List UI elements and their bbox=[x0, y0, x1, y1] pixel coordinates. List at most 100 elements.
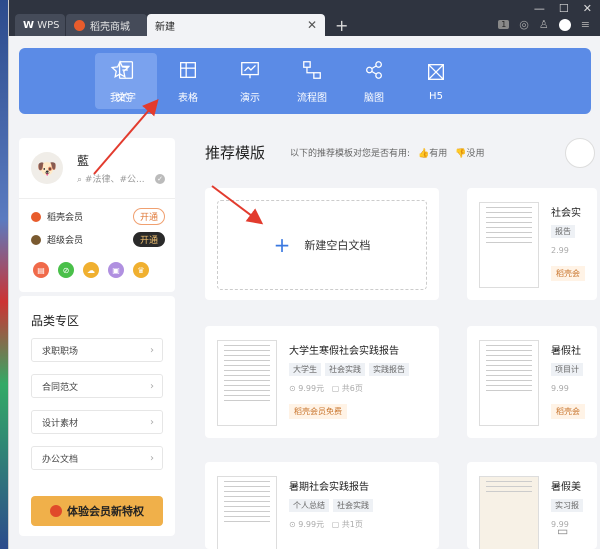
tool-sheet[interactable]: 表格 bbox=[157, 48, 219, 114]
search-button[interactable] bbox=[565, 138, 595, 168]
template-card[interactable]: 大学生寒假社会实践报告 大学生 社会实践 实践报告 ⊙ 9.99元 ▢ 共6页 稻壳… bbox=[205, 326, 439, 438]
mindmap-icon bbox=[366, 60, 382, 79]
tag[interactable]: 实践报告 bbox=[369, 363, 409, 376]
category-item[interactable]: 求职职场 › bbox=[31, 338, 163, 362]
tool-label: 演示 bbox=[240, 92, 260, 104]
template-tags: 项目计 bbox=[551, 363, 587, 376]
shirt-icon[interactable]: ♙ bbox=[539, 18, 549, 31]
super-member-icon bbox=[31, 234, 41, 245]
tool-h5[interactable]: H5 bbox=[405, 48, 467, 114]
title-bar: W WPS 稻壳商城 新建 ✕ + — ☐ ✕ 1 ◎ ♙ ≡ bbox=[9, 0, 600, 36]
member-free-badge: 稻壳会 bbox=[551, 404, 585, 419]
check-icon: ✓ bbox=[155, 174, 165, 184]
divider bbox=[19, 198, 175, 199]
perk-crown-icon[interactable]: ♛ bbox=[133, 262, 149, 278]
feedback-question: 以下的推荐模板对您是否有用: bbox=[290, 149, 411, 159]
perk-doc-icon[interactable]: ▤ bbox=[33, 262, 49, 278]
template-title: 暑期社会实践报告 bbox=[289, 482, 369, 493]
template-card[interactable]: 暑假社 项目计 9.99 稻壳会 bbox=[467, 326, 597, 438]
blank-doc-card[interactable]: + 新建空白文档 bbox=[205, 188, 439, 300]
template-price: 9.99元 bbox=[298, 520, 325, 529]
perk-image-icon[interactable]: ▣ bbox=[108, 262, 124, 278]
template-thumbnail bbox=[479, 202, 539, 288]
template-title: 社会实 bbox=[551, 208, 581, 219]
tag[interactable]: 报告 bbox=[551, 225, 575, 238]
chevron-right-icon: › bbox=[150, 344, 154, 356]
template-card[interactable]: 暑假美 实习报 9.99 bbox=[467, 462, 597, 549]
template-thumbnail bbox=[479, 340, 539, 426]
chevron-right-icon: › bbox=[150, 416, 154, 428]
tool-label: 表格 bbox=[178, 92, 198, 104]
user-tags-text: #法律、#公... bbox=[84, 175, 145, 185]
template-thumbnail bbox=[217, 340, 277, 426]
user-tags[interactable]: ⌕ #法律、#公... bbox=[77, 172, 145, 185]
template-card[interactable]: 社会实 报告 2.99 稻壳会 bbox=[467, 188, 597, 300]
wps-logo-icon: W bbox=[23, 19, 35, 31]
presentation-icon bbox=[241, 61, 259, 78]
template-pages: 共1页 bbox=[341, 520, 363, 529]
tool-label: 脑图 bbox=[364, 92, 384, 104]
template-title: 暑假社 bbox=[551, 346, 581, 357]
template-card[interactable]: 暑期社会实践报告 个人总结 社会实践 ⊙ 9.99元 ▢ 共1页 bbox=[205, 462, 439, 549]
template-thumbnail bbox=[479, 476, 539, 549]
tag[interactable]: 社会实践 bbox=[325, 363, 365, 376]
menu-icon[interactable]: ≡ bbox=[581, 18, 590, 31]
add-tab-icon[interactable]: + bbox=[335, 16, 348, 35]
blank-doc-button[interactable]: + 新建空白文档 bbox=[217, 200, 427, 290]
flame-icon bbox=[50, 505, 62, 517]
avatar[interactable] bbox=[558, 18, 571, 31]
tool-mindmap[interactable]: 脑图 bbox=[343, 48, 405, 114]
category-label: 办公文档 bbox=[42, 454, 79, 465]
tool-slides[interactable]: 演示 bbox=[219, 48, 281, 114]
template-title: 大学生寒假社会实践报告 bbox=[289, 346, 399, 357]
template-tags: 报告 bbox=[551, 225, 579, 238]
tag[interactable]: 大学生 bbox=[289, 363, 321, 376]
template-meta: ⊙ 9.99元 ▢ 共1页 bbox=[289, 520, 363, 529]
tab-wps[interactable]: W WPS bbox=[15, 14, 65, 36]
tag[interactable]: 个人总结 bbox=[289, 499, 329, 512]
perk-icons: ▤ ⊘ ☁ ▣ ♛ bbox=[33, 262, 149, 278]
close-window-icon[interactable]: ✕ bbox=[583, 2, 592, 15]
template-tags: 实习报 bbox=[551, 499, 587, 512]
tool-my[interactable]: 我的 bbox=[89, 48, 151, 114]
membership-label: 超级会员 bbox=[47, 236, 84, 246]
template-tags: 个人总结 社会实践 bbox=[289, 499, 377, 512]
category-label: 合同范文 bbox=[42, 382, 79, 393]
useful-button[interactable]: 👍有用 bbox=[418, 146, 447, 159]
chat-icon[interactable]: ▭ bbox=[557, 524, 568, 538]
category-item[interactable]: 办公文档 › bbox=[31, 446, 163, 470]
member-free-badge: 稻壳会 bbox=[551, 266, 585, 281]
perk-ban-icon[interactable]: ⊘ bbox=[58, 262, 74, 278]
skin-icon[interactable]: ◎ bbox=[519, 18, 529, 31]
open-super-button[interactable]: 开通 bbox=[132, 232, 165, 247]
tab-store[interactable]: 稻壳商城 bbox=[65, 14, 147, 36]
tag[interactable]: 实习报 bbox=[551, 499, 583, 512]
tag[interactable]: 项目计 bbox=[551, 363, 583, 376]
avatar[interactable]: 🐶 bbox=[31, 152, 63, 184]
category-item[interactable]: 设计素材 › bbox=[31, 410, 163, 434]
tool-label: 流程图 bbox=[297, 92, 327, 104]
tag[interactable]: 社会实践 bbox=[333, 499, 373, 512]
template-tags: 大学生 社会实践 实践报告 bbox=[289, 363, 413, 376]
close-icon[interactable]: ✕ bbox=[307, 18, 317, 32]
window-count-icon[interactable]: 1 bbox=[498, 20, 510, 29]
vip-trial-button[interactable]: 体验会员新特权 bbox=[31, 496, 163, 526]
membership-row: 稻壳会员 开通 bbox=[31, 208, 165, 225]
tab-label: WPS bbox=[37, 19, 60, 31]
tab-new[interactable]: 新建 ✕ bbox=[147, 14, 325, 36]
chevron-right-icon: › bbox=[150, 452, 154, 464]
user-name: 藍 bbox=[77, 154, 90, 168]
open-membership-button[interactable]: 开通 bbox=[132, 208, 165, 225]
desktop-edge bbox=[0, 0, 8, 549]
useless-button[interactable]: 👎没用 bbox=[455, 146, 484, 159]
category-item[interactable]: 合同范文 › bbox=[31, 374, 163, 398]
tool-flowchart[interactable]: 流程图 bbox=[281, 48, 343, 114]
template-meta: ⊙ 9.99元 ▢ 共6页 bbox=[289, 384, 363, 393]
minimize-icon[interactable]: — bbox=[534, 2, 545, 15]
maximize-icon[interactable]: ☐ bbox=[559, 2, 569, 15]
category-title: 品类专区 bbox=[31, 314, 80, 328]
profile-card: 🐶 藍 ⌕ #法律、#公... ✓ 稻壳会员 开通 超级会员 开通 ▤ ⊘ ☁ … bbox=[19, 138, 175, 292]
perk-cloud-icon[interactable]: ☁ bbox=[83, 262, 99, 278]
tab-label: 稻壳商城 bbox=[90, 21, 130, 33]
membership-row: 超级会员 开通 bbox=[31, 232, 165, 247]
